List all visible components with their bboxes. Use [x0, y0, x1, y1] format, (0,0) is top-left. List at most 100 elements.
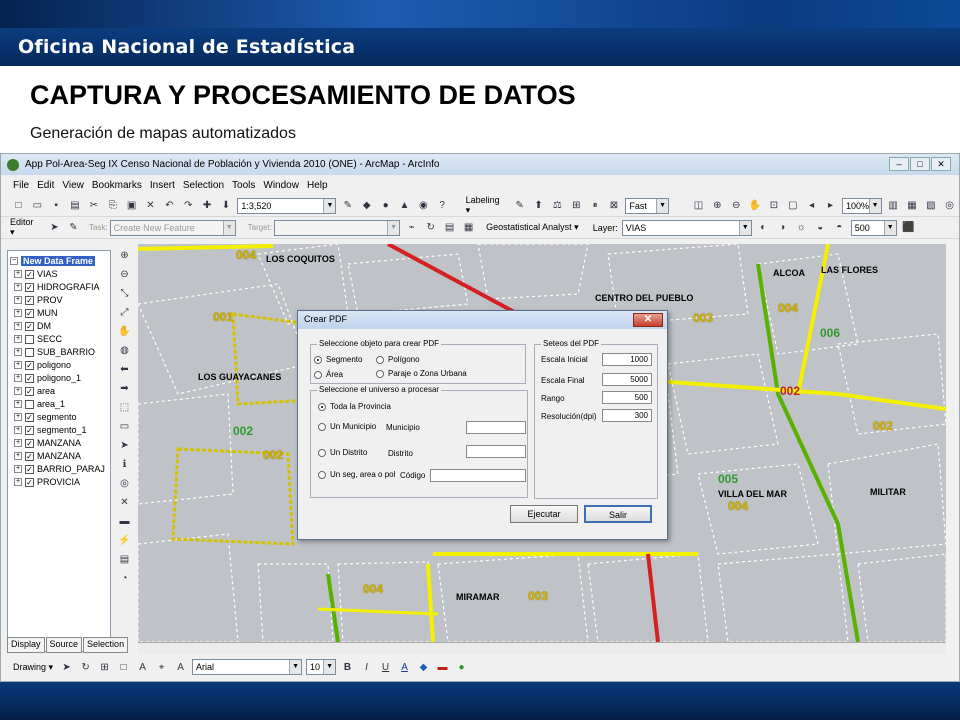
line-color-icon[interactable]: ▬ — [435, 660, 450, 675]
toc-layer-item[interactable]: + ✓ MUN — [14, 307, 58, 319]
task-combo[interactable]: Create New Feature ▼ — [109, 219, 236, 236]
back-extent-icon[interactable]: ⬅ — [117, 362, 132, 377]
speed-combo[interactable]: Fast ▼ — [625, 197, 670, 214]
convert-labels-icon[interactable]: ◫ — [691, 198, 706, 213]
delete-icon[interactable]: ✕ — [143, 198, 158, 213]
layer-visibility-checkbox[interactable]: ✓ — [25, 321, 34, 331]
salir-button[interactable]: Salir — [584, 505, 652, 523]
marker-color-icon[interactable]: ● — [454, 660, 469, 675]
rectangle-icon[interactable]: □ — [116, 660, 131, 675]
label-priority-icon[interactable]: ⬆ — [531, 198, 546, 213]
rotate-icon[interactable]: ↻ — [78, 660, 93, 675]
layer-visibility-checkbox[interactable]: ✓ — [25, 282, 34, 292]
select-elements-icon[interactable]: ➤ — [117, 438, 132, 453]
zoom-whole-page-icon[interactable]: ⊡ — [767, 198, 782, 213]
zoom-100-icon[interactable]: ▢ — [785, 198, 800, 213]
fixed-zoom-in-icon[interactable]: ⤡ — [117, 286, 132, 301]
layer-tool-icon[interactable]: ⬛ — [901, 220, 916, 235]
ejecutar-button[interactable]: Ejecutar — [510, 505, 578, 523]
expand-icon[interactable]: + — [14, 270, 22, 278]
model-icon[interactable]: ◉ — [416, 198, 431, 213]
toc-layer-item[interactable]: + ✓ MANZANA — [14, 450, 81, 462]
expand-icon[interactable]: + — [14, 400, 22, 408]
paste-icon[interactable]: ▣ — [124, 198, 139, 213]
menu-file[interactable]: File — [13, 180, 29, 191]
option-un-seg[interactable]: Un seg, area o pol — [318, 470, 395, 479]
edit-vertices-icon[interactable]: ⌖ — [154, 660, 169, 675]
clear-selection-icon[interactable]: ▭ — [117, 419, 132, 434]
select-elements-icon[interactable]: ➤ — [59, 660, 74, 675]
layer-visibility-checkbox[interactable]: ✓ — [25, 386, 34, 396]
label-weight-icon[interactable]: ⚖ — [550, 198, 565, 213]
target-combo[interactable]: ▼ — [274, 219, 401, 236]
toc-layer-item[interactable]: + ✓ VIAS — [14, 268, 58, 280]
layer-visibility-checkbox[interactable]: ✓ — [25, 412, 34, 422]
layer-visibility-checkbox[interactable]: ✓ — [25, 295, 34, 305]
font-size-combo[interactable]: 10 ▼ — [306, 659, 337, 675]
undo-icon[interactable]: ↶ — [162, 198, 177, 213]
find-icon[interactable]: ◎ — [117, 476, 132, 491]
layer-visibility-checkbox[interactable]: ✓ — [25, 308, 34, 318]
toc-layer-item[interactable]: + ✓ HIDROGRAFIA — [14, 281, 100, 293]
expand-icon[interactable]: + — [14, 426, 22, 434]
menu-view[interactable]: View — [62, 180, 84, 191]
layout-zoom-out-icon[interactable]: ⊖ — [729, 198, 744, 213]
focus-frame-icon[interactable]: ▦ — [905, 198, 920, 213]
toc-layer-item[interactable]: + area_1 — [14, 398, 65, 410]
menu-insert[interactable]: Insert — [150, 180, 175, 191]
text-icon[interactable]: A — [135, 660, 150, 675]
open-icon[interactable]: ▭ — [30, 198, 45, 213]
tab-display[interactable]: Display — [7, 637, 45, 653]
layer-visibility-checkbox[interactable] — [25, 399, 34, 409]
layer-visibility-checkbox[interactable]: ✓ — [25, 438, 34, 448]
toc-layer-item[interactable]: + SECC — [14, 333, 62, 345]
zoom-in-icon[interactable]: ⊕ — [117, 248, 132, 263]
toc-layer-item[interactable]: + ✓ MANZANA — [14, 437, 81, 449]
option-toda-provincia[interactable]: Toda la Provincia — [318, 402, 391, 411]
print-icon[interactable]: ▤ — [68, 198, 83, 213]
map-scrollbar[interactable] — [138, 642, 946, 654]
municipio-field[interactable] — [466, 421, 526, 434]
expand-icon[interactable]: + — [14, 387, 22, 395]
expand-icon[interactable]: + — [14, 465, 22, 473]
editor-toolbar-icon[interactable]: ✎ — [340, 198, 355, 213]
toc-layer-item[interactable]: + ✓ poligono_1 — [14, 372, 81, 384]
menu-edit[interactable]: Edit — [37, 180, 54, 191]
expand-icon[interactable]: + — [14, 283, 22, 291]
contrast-icon[interactable]: ◑ — [775, 220, 790, 235]
font-combo[interactable]: Arial ▼ — [192, 659, 303, 675]
cut-icon[interactable]: ✂ — [86, 198, 101, 213]
time-slider-icon[interactable]: ◔ — [117, 571, 132, 586]
scale-combo[interactable]: 1:3,520 ▼ — [237, 197, 337, 214]
escala-final-field[interactable]: 5000 — [602, 373, 652, 386]
layer-visibility-checkbox[interactable] — [25, 334, 34, 344]
pan-icon[interactable]: ✋ — [117, 324, 132, 339]
layout-next-icon[interactable]: ▸ — [823, 198, 838, 213]
option-un-municipio[interactable]: Un Municipio — [318, 422, 376, 431]
forward-extent-icon[interactable]: ➡ — [117, 381, 132, 396]
option-area[interactable]: Área — [314, 370, 343, 379]
escala-inicial-field[interactable]: 1000 — [602, 353, 652, 366]
binoculars-icon[interactable]: ◎ — [942, 198, 957, 213]
toc-layer-item[interactable]: + ✓ PROVICIA — [14, 476, 80, 488]
toc-layer-item[interactable]: + ✓ segmento — [14, 411, 77, 423]
layer-visibility-checkbox[interactable]: ✓ — [25, 269, 34, 279]
label-manager-icon[interactable]: ✎ — [512, 198, 527, 213]
expand-icon[interactable]: + — [14, 348, 22, 356]
goto-xy-icon[interactable]: ✕ — [117, 495, 132, 510]
change-layout-icon[interactable]: ▧ — [923, 198, 938, 213]
identify-icon[interactable]: ℹ — [117, 457, 132, 472]
layer-visibility-checkbox[interactable]: ✓ — [25, 373, 34, 383]
minimize-button[interactable]: ‒ — [889, 157, 909, 171]
brightness-icon[interactable]: ☼ — [794, 220, 809, 235]
dialog-close-button[interactable]: ✕ — [633, 313, 663, 327]
measure-icon[interactable]: ▬ — [117, 514, 132, 529]
expand-icon[interactable]: + — [14, 478, 22, 486]
effects-icon[interactable]: ◐ — [756, 220, 771, 235]
toc-layer-item[interactable]: + ✓ segmento_1 — [14, 424, 87, 436]
hyperlink-icon[interactable]: ⚡ — [117, 533, 132, 548]
maximize-button[interactable]: □ — [910, 157, 930, 171]
expand-icon[interactable]: + — [14, 361, 22, 369]
resolucion-field[interactable]: 300 — [602, 409, 652, 422]
menu-tools[interactable]: Tools — [232, 180, 255, 191]
